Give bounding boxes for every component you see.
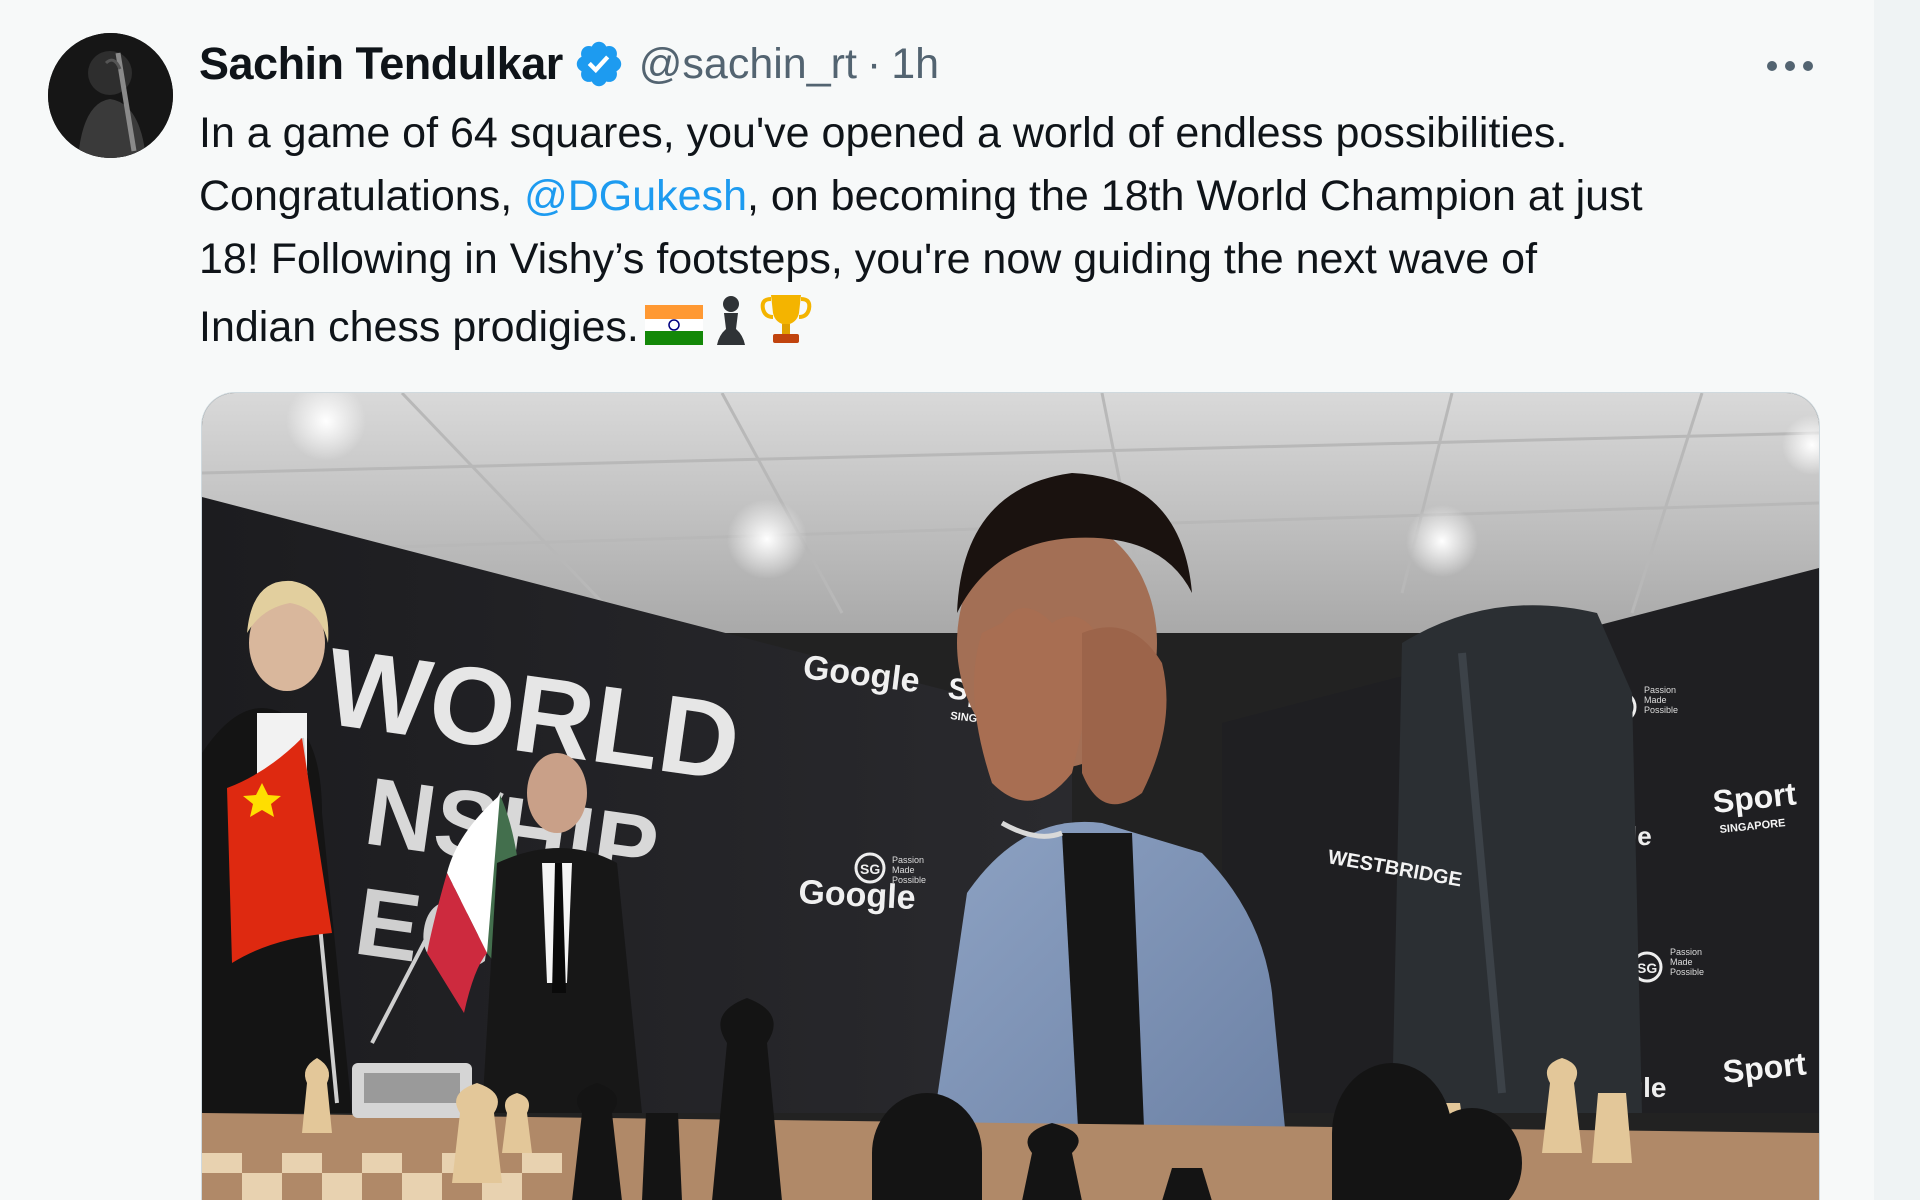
- sponsor-sg-sub2-3: Made: [1670, 957, 1693, 967]
- verified-badge-icon: [573, 38, 625, 90]
- tweet-photo[interactable]: WORLD NSHIP EG Google Google Sport SINGA…: [201, 392, 1820, 1200]
- chess-pawn-icon: [709, 293, 753, 365]
- sponsor-sg-sub1-2: Passion: [1644, 685, 1676, 695]
- more-options-icon[interactable]: [1762, 46, 1818, 86]
- tweet-text-line-2: Congratulations, @DGukesh, on becoming t…: [199, 165, 1839, 228]
- sponsor-sg-sub1-3: Passion: [1670, 947, 1702, 957]
- tweet-text-line-2-suffix: , on becoming the 18th World Champion at…: [747, 172, 1643, 220]
- tweet-timestamp[interactable]: 1h: [891, 40, 939, 89]
- separator-dot: ·: [866, 39, 882, 88]
- sponsor-sg-3: SG: [1637, 960, 1657, 976]
- sponsor-sg-sub3-1: Possible: [892, 875, 926, 885]
- tweet-text: In a game of 64 squares, you've opened a…: [199, 102, 1839, 365]
- sponsor-sg-1: SG: [860, 861, 880, 877]
- avatar[interactable]: [48, 33, 173, 158]
- sponsor-sg-sub2-1: Made: [892, 865, 915, 875]
- author-handle[interactable]: @sachin_rt: [639, 40, 857, 89]
- tweet-card[interactable]: Sachin Tendulkar @sachin_rt · 1h In a ga…: [0, 0, 1874, 1200]
- sponsor-sg-sub3-2: Possible: [1644, 705, 1678, 715]
- tweet-text-line-4-text: Indian chess prodigies.: [199, 303, 639, 351]
- tweet-header: Sachin Tendulkar @sachin_rt · 1h: [199, 34, 939, 94]
- sponsor-sg-sub2-2: Made: [1644, 695, 1667, 705]
- tweet-text-line-2-prefix: Congratulations,: [199, 172, 525, 220]
- scroll-gutter: [1874, 0, 1920, 1200]
- india-flag-icon: [644, 302, 703, 365]
- trophy-icon: [759, 291, 813, 365]
- tweet-text-line-1: In a game of 64 squares, you've opened a…: [199, 109, 1568, 157]
- tweet-text-line-4: Indian chess prodigies.: [199, 291, 1839, 365]
- sponsor-sg-sub1-1: Passion: [892, 855, 924, 865]
- author-name[interactable]: Sachin Tendulkar: [199, 38, 563, 90]
- sponsor-sg-sub3-3: Possible: [1670, 967, 1704, 977]
- page: Sachin Tendulkar @sachin_rt · 1h In a ga…: [0, 0, 1920, 1200]
- tweet-text-line-3: 18! Following in Vishy’s footsteps, you'…: [199, 235, 1538, 283]
- mention-link[interactable]: @DGukesh: [524, 172, 747, 220]
